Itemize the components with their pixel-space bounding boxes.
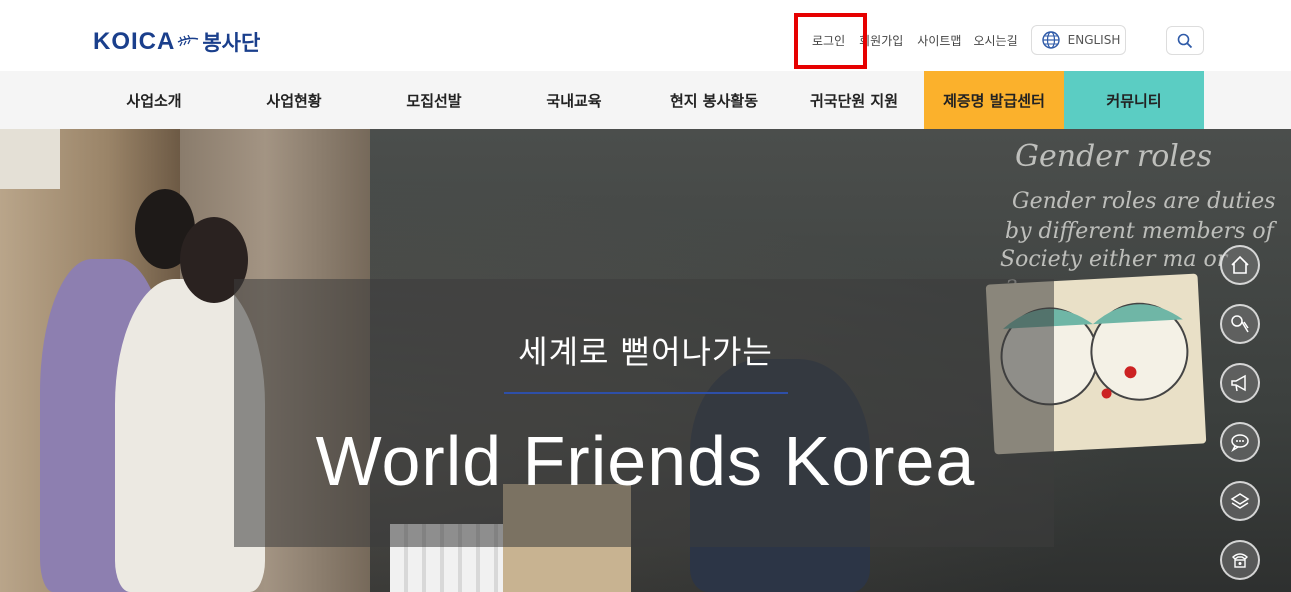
koica-logo[interactable]: KOICA 봉사단 — [93, 27, 260, 57]
hero-overlay — [234, 279, 1054, 547]
nav-item-recruitment[interactable]: 모집선발 — [364, 71, 504, 129]
chalkboard-text: Gender roles — [1015, 139, 1213, 174]
sitemap-link[interactable]: 사이트맵 — [917, 32, 961, 49]
hero-subtitle: 세계로 뻗어나가는 — [518, 333, 773, 371]
nav-item-community[interactable]: 커뮤니티 — [1064, 71, 1204, 129]
quick-home-button[interactable] — [1220, 245, 1260, 285]
language-button[interactable]: ENGLISH — [1030, 25, 1126, 55]
chalkboard-text: Society either ma or — [1000, 247, 1228, 272]
logo-name: 봉사단 — [202, 31, 261, 55]
hero-photo-window — [0, 129, 60, 189]
sports-icon — [1231, 315, 1249, 333]
nav-item-training[interactable]: 국내교육 — [504, 71, 644, 129]
hero-title: World Friends Korea — [315, 422, 976, 500]
chalkboard-text: Gender roles are duties — [1012, 189, 1276, 214]
nav-item-activities[interactable]: 현지 봉사활동 — [644, 71, 784, 129]
quick-layers-button[interactable] — [1220, 481, 1260, 521]
quick-notice-button[interactable] — [1220, 363, 1260, 403]
search-button[interactable] — [1166, 26, 1204, 55]
quick-chat-button[interactable] — [1220, 422, 1260, 462]
layers-icon — [1230, 493, 1250, 509]
logo-brand: KOICA — [93, 28, 176, 55]
nav-item-status[interactable]: 사업현황 — [224, 71, 364, 129]
directions-link[interactable]: 오시는길 — [973, 32, 1017, 49]
chat-icon — [1231, 434, 1249, 452]
hero-banner: Gender roles Gender roles are duties by … — [0, 129, 1291, 592]
home-icon — [1231, 255, 1249, 274]
hero-divider — [504, 392, 788, 394]
leaf-icon — [178, 35, 199, 47]
nav-item-about[interactable]: 사업소개 — [84, 71, 224, 129]
login-highlight-box — [794, 13, 867, 69]
quick-sports-button[interactable] — [1220, 304, 1260, 344]
megaphone-icon — [1231, 374, 1246, 392]
nav-item-certificate-center[interactable]: 제증명 발급센터 — [924, 71, 1064, 129]
phone-icon — [1231, 553, 1249, 568]
language-label: ENGLISH — [1067, 33, 1121, 47]
main-nav: 사업소개 사업현황 모집선발 국내교육 현지 봉사활동 귀국단원 지원 제증명 … — [0, 71, 1291, 129]
search-icon — [1177, 33, 1193, 48]
header: KOICA 봉사단 로그인 회원가입 사이트맵 오시는길 ENGLISH — [0, 0, 1291, 71]
nav-item-returnee-support[interactable]: 귀국단원 지원 — [784, 71, 924, 129]
chalkboard-text: by different members of — [1005, 219, 1274, 244]
quick-contact-button[interactable] — [1220, 540, 1260, 580]
globe-icon — [1041, 31, 1060, 49]
